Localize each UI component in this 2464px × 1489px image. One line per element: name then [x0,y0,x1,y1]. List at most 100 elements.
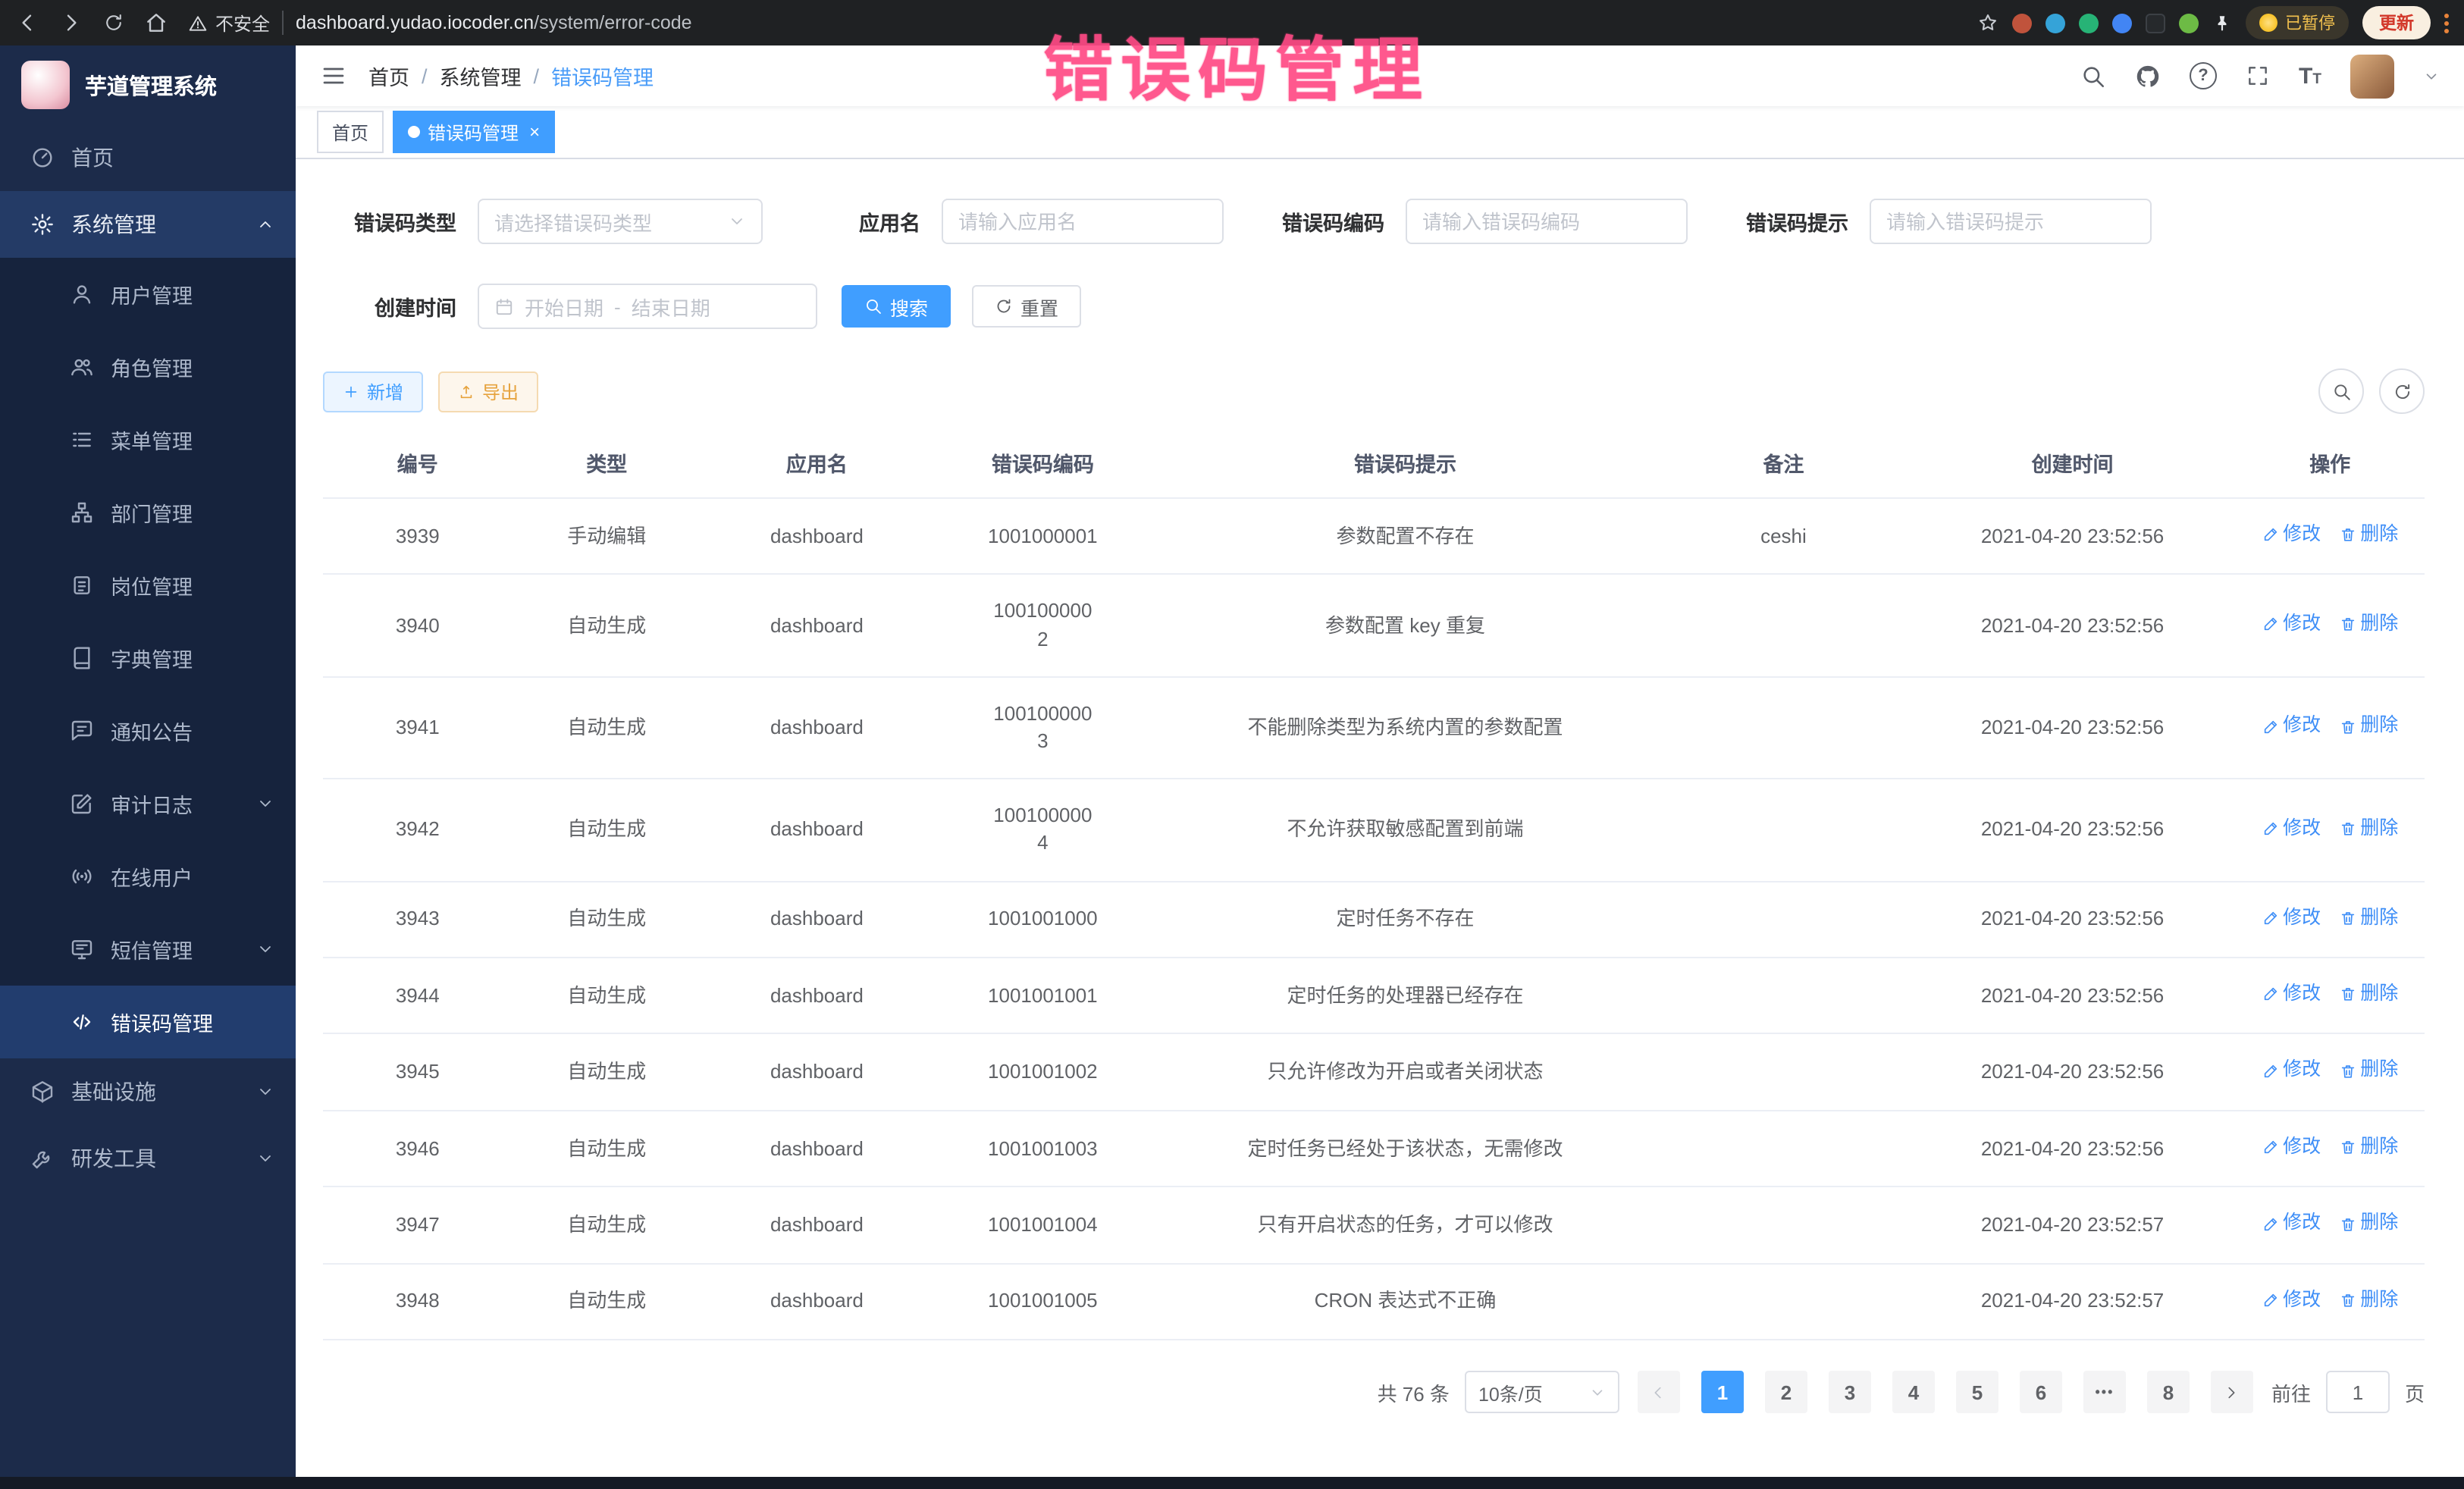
security-warning[interactable]: 不安全 [188,10,270,36]
help-icon[interactable]: ? [2190,62,2217,89]
delete-link[interactable]: 删除 [2339,815,2398,842]
address-bar[interactable]: 不安全 dashboard.yudao.iocoder.cn/system/er… [188,10,1958,36]
column-header-app: 应用名 [701,429,933,498]
sidebar-item-notice[interactable]: 通知公告 [0,694,296,767]
sidebar-item-roles[interactable]: 角色管理 [0,331,296,403]
prev-page-button[interactable] [1638,1371,1680,1413]
edit-link[interactable]: 修改 [2262,981,2321,1008]
gear-icon [30,212,55,237]
sidebar-item-menus[interactable]: 菜单管理 [0,403,296,476]
delete-link[interactable]: 删除 [2339,522,2398,548]
export-button[interactable]: 导出 [438,371,538,412]
github-icon[interactable] [2135,63,2161,89]
add-button[interactable]: 新增 [323,371,423,412]
sidebar-item-dictionary[interactable]: 字典管理 [0,622,296,694]
tab-close-icon[interactable]: × [529,121,540,143]
delete-link[interactable]: 删除 [2339,981,2398,1008]
error-code-input[interactable] [1406,199,1688,244]
search-button[interactable]: 搜索 [842,285,951,328]
trash-icon [2339,1215,2356,1232]
delete-link[interactable]: 删除 [2339,904,2398,931]
home-icon[interactable] [144,11,168,35]
bookmark-star-icon[interactable] [1977,12,1998,33]
delete-link[interactable]: 删除 [2339,1211,2398,1237]
delete-link[interactable]: 删除 [2339,1134,2398,1161]
tab-home[interactable]: 首页 [317,111,384,153]
page-button-8[interactable]: 8 [2147,1371,2190,1413]
chrome-update-button[interactable]: 更新 [2362,6,2431,39]
avatar-caret-icon[interactable] [2423,67,2440,84]
edit-link[interactable]: 修改 [2262,522,2321,548]
page-size-select[interactable]: 10条/页 [1465,1371,1619,1413]
edit-icon [2262,718,2278,735]
page-button-3[interactable]: 3 [1829,1371,1871,1413]
delete-link[interactable]: 删除 [2339,713,2398,740]
delete-link[interactable]: 删除 [2339,1058,2398,1084]
extension-icon-3[interactable] [2079,13,2099,33]
breadcrumb-item[interactable]: 系统管理 [440,61,522,91]
error-type-select[interactable]: 请选择错误码类型 [478,199,763,244]
edit-link[interactable]: 修改 [2262,904,2321,931]
sidebar-item-online-users[interactable]: 在线用户 [0,840,296,913]
sidebar-item-home[interactable]: 首页 [0,124,296,191]
reset-button[interactable]: 重置 [972,285,1081,328]
delete-link[interactable]: 删除 [2339,1287,2398,1314]
cell-code: 100100000 2 [933,575,1153,677]
next-page-button[interactable] [2211,1371,2253,1413]
tab-error-code[interactable]: 错误码管理 × [393,111,555,153]
extension-icon-2[interactable] [2045,13,2065,33]
reload-icon[interactable] [103,12,124,33]
sidebar-item-label: 菜单管理 [111,425,193,455]
extension-icon-1[interactable] [2012,13,2032,33]
sidebar-item-system[interactable]: 系统管理 [0,191,296,258]
sidebar-item-users[interactable]: 用户管理 [0,258,296,331]
more-pages-button[interactable]: ••• [2083,1371,2126,1413]
sidebar-item-label: 研发工具 [71,1143,156,1174]
sidebar-item-posts[interactable]: 岗位管理 [0,549,296,622]
page-button-5[interactable]: 5 [1956,1371,1998,1413]
refresh-table-button[interactable] [2379,368,2425,414]
font-size-icon[interactable]: TT [2299,64,2321,87]
edit-link[interactable]: 修改 [2262,1287,2321,1314]
goto-page-input[interactable] [2326,1371,2390,1413]
browser-menu-icon[interactable] [2444,13,2449,33]
edit-link[interactable]: 修改 [2262,611,2321,638]
edit-link[interactable]: 修改 [2262,815,2321,842]
page-button-4[interactable]: 4 [1892,1371,1935,1413]
sidebar-item-dev-tools[interactable]: 研发工具 [0,1125,296,1192]
edit-link[interactable]: 修改 [2262,713,2321,740]
app-logo[interactable]: 芋道管理系统 [0,45,296,124]
sidebar-fold-icon[interactable] [320,62,347,89]
sidebar-item-infrastructure[interactable]: 基础设施 [0,1058,296,1125]
date-range-picker[interactable]: 开始日期 - 结束日期 [478,284,817,329]
extension-icon-4[interactable] [2112,13,2132,33]
sidebar-item-sms[interactable]: 短信管理 [0,913,296,986]
sidebar-item-error-code[interactable]: 错误码管理 [0,986,296,1058]
sidebar-item-audit-log[interactable]: 审计日志 [0,767,296,840]
extension-icon-5[interactable] [2146,13,2165,33]
fullscreen-icon[interactable] [2246,64,2270,88]
delete-link[interactable]: 删除 [2339,611,2398,638]
page-button-2[interactable]: 2 [1765,1371,1807,1413]
extension-icon-6[interactable] [2179,13,2199,33]
toggle-search-button[interactable] [2318,368,2364,414]
cell-remark [1657,779,1910,881]
page-button-1[interactable]: 1 [1701,1371,1744,1413]
sidebar-item-departments[interactable]: 部门管理 [0,476,296,549]
breadcrumb-item[interactable]: 首页 [368,61,409,91]
user-avatar[interactable] [2350,54,2394,98]
pin-extension-icon[interactable] [2212,13,2232,33]
header-search-icon[interactable] [2080,63,2106,89]
error-msg-input[interactable] [1870,199,2152,244]
edit-link[interactable]: 修改 [2262,1211,2321,1237]
table-row: 3943 自动生成 dashboard 1001001000 定时任务不存在 2… [323,881,2425,958]
cell-app: dashboard [701,881,933,958]
forward-icon[interactable] [59,11,83,35]
page-button-6[interactable]: 6 [2020,1371,2062,1413]
app-name-input[interactable] [942,199,1224,244]
back-icon[interactable] [15,11,39,35]
cell-code: 100100000 4 [933,779,1153,881]
edit-link[interactable]: 修改 [2262,1058,2321,1084]
paused-badge[interactable]: 已暂停 [2246,6,2349,39]
edit-link[interactable]: 修改 [2262,1134,2321,1161]
